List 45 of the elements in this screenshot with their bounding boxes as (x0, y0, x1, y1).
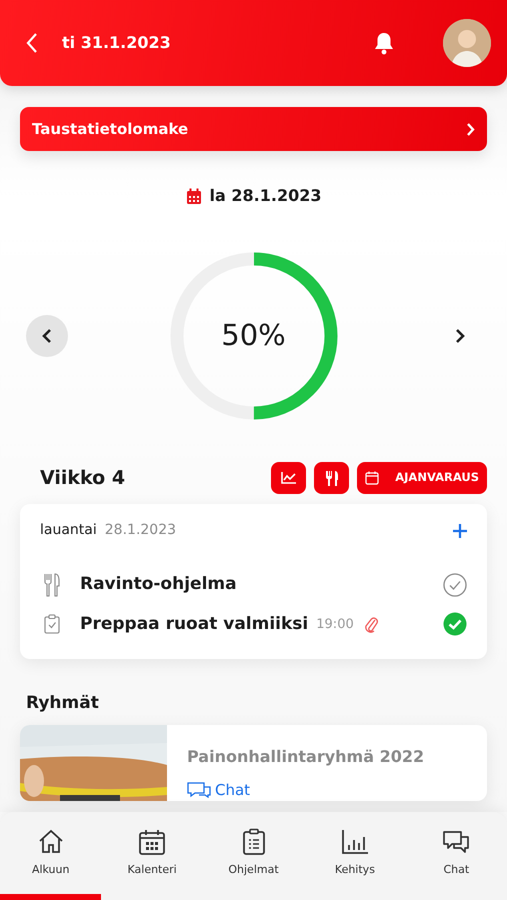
task-time: 19:00 (316, 616, 354, 634)
chart-icon (280, 472, 297, 484)
nav-tab[interactable]: Kehitys (304, 812, 406, 900)
nav-tab[interactable]: Chat (406, 812, 507, 900)
progress-percentage: 50% (221, 317, 286, 354)
chart-button[interactable] (271, 462, 306, 494)
section-title: Ryhmät (26, 692, 100, 715)
chat-link[interactable]: Chat (187, 778, 424, 800)
selected-date: la 28.1.2023 (210, 185, 322, 207)
nav-tab[interactable]: Kalenteri (101, 812, 203, 900)
clipboard-check-icon (44, 614, 60, 634)
booking-button[interactable]: AJANVARAUS (357, 462, 487, 494)
notifications-button[interactable] (373, 30, 395, 56)
avatar[interactable] (443, 19, 491, 67)
chevron-right-icon (455, 328, 465, 344)
calendar-icon (138, 828, 166, 856)
nav-tab[interactable]: Ohjelmat (202, 812, 304, 900)
week-title: Viikko 4 (40, 466, 126, 491)
chat-icon (442, 828, 470, 856)
plus-icon (453, 524, 467, 538)
chevron-left-icon (42, 328, 52, 344)
chevron-right-icon (466, 122, 475, 136)
weekday-label: lauantai (40, 520, 97, 540)
date-label: 28.1.2023 (104, 520, 176, 540)
nutrition-button[interactable] (314, 462, 350, 494)
fork-knife-icon (324, 470, 339, 487)
task-title: Preppaa ruoat valmiiksi (80, 612, 308, 636)
previous-day-button[interactable] (26, 315, 68, 357)
calendar-icon (365, 471, 380, 485)
nav-tab[interactable]: Alkuun (0, 812, 102, 900)
task-title: Ravinto-ohjelma (80, 573, 237, 596)
calendar-icon (186, 188, 202, 204)
back-icon (26, 32, 38, 54)
chat-icon (187, 782, 211, 798)
form-button[interactable]: Taustatietolomake (20, 107, 487, 151)
home-icon (36, 828, 65, 856)
bar-chart-icon (340, 828, 369, 856)
group-name: Painonhallintaryhmä 2022 (187, 746, 424, 768)
back-button[interactable]: ti 31.1.2023 (26, 31, 171, 55)
fork-knife-icon (43, 572, 61, 597)
bell-icon (373, 31, 395, 56)
task-row[interactable]: Ravinto-ohjelma (40, 572, 467, 598)
group-card[interactable]: Painonhallintaryhmä 2022 Chat (20, 724, 487, 800)
avatar-icon (443, 19, 491, 67)
task-row[interactable]: Preppaa ruoat valmiiksi 19:00 (40, 612, 467, 637)
